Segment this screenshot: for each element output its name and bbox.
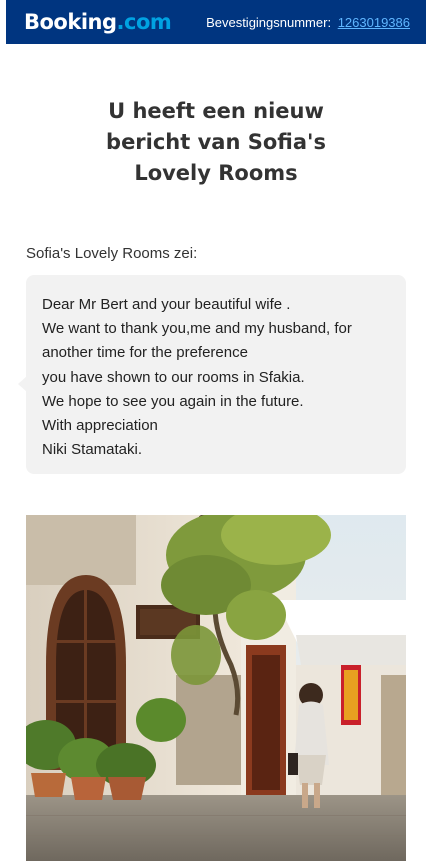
message-line: another time for the preference: [42, 344, 248, 362]
email-header: Booking.com Bevestigingsnummer: 12630193…: [6, 0, 426, 44]
message-line: With appreciation: [42, 417, 158, 435]
sender-line: Sofia's Lovely Rooms zei:: [26, 245, 198, 262]
property-photo-illustration: [26, 515, 406, 861]
message-line: you have shown to our rooms in Sfakia.: [42, 368, 305, 386]
email-frame: Booking.com Bevestigingsnummer: 12630193…: [6, 0, 426, 861]
confirmation-label: Bevestigingsnummer:: [206, 14, 332, 30]
confirmation-number-link[interactable]: 1263019386: [338, 15, 410, 30]
confirmation-info: Bevestigingsnummer: 1263019386: [206, 15, 410, 30]
booking-logo[interactable]: Booking.com: [24, 10, 172, 34]
message-bubble: Dear Mr Bert and your beautiful wife . W…: [26, 275, 406, 474]
logo-suffix-text: .com: [116, 10, 172, 34]
message-line: We hope to see you again in the future.: [42, 392, 304, 410]
message-line: Dear Mr Bert and your beautiful wife .: [42, 296, 291, 313]
message-line: Niki Stamataki.: [42, 441, 143, 459]
page-title: U heeft een nieuw bericht van Sofia's Lo…: [106, 99, 326, 185]
logo-main-text: Booking: [24, 10, 117, 34]
message-line: We want to thank you,me and my husband, …: [42, 320, 352, 338]
property-photo[interactable]: [26, 515, 406, 861]
